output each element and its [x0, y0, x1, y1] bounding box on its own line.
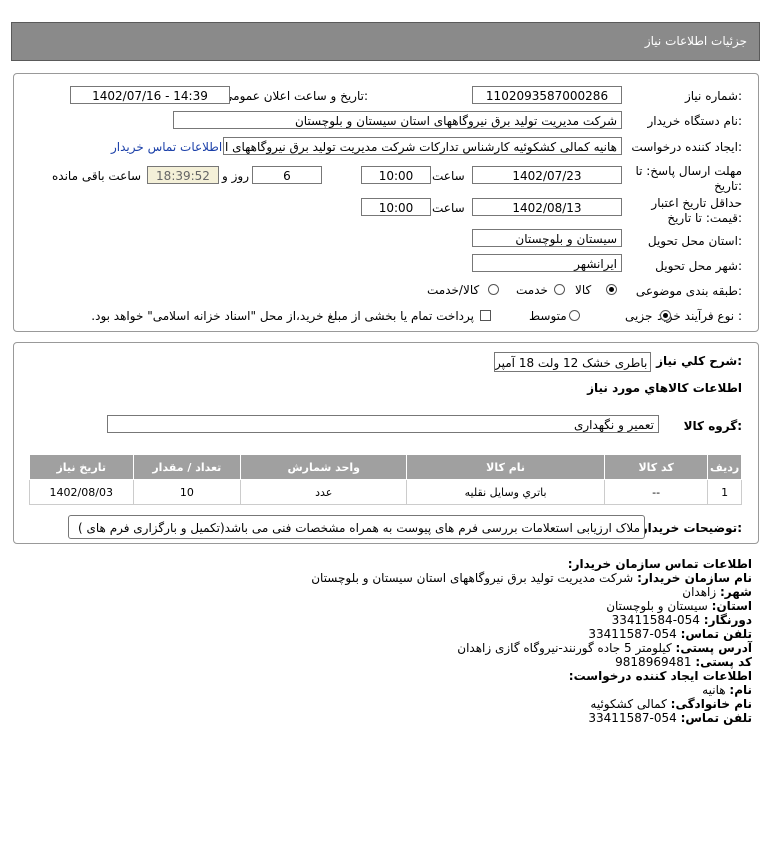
contact-city-label: شهر: [720, 585, 752, 599]
buyer-notes-field: ملاک ارزیابی استعلامات بررسی فرم های پیو… [68, 515, 645, 539]
process-medium-label: متوسط [529, 309, 567, 323]
need-number-field: 1102093587000286 [472, 86, 622, 104]
col-qty: تعداد / مقدار [132, 454, 242, 480]
creator-info-title: اطلاعات ایجاد کننده درخواست: [568, 669, 752, 683]
contact-province-value: سیستان و بلوچستان [606, 599, 708, 613]
creator-family-label: نام خانوادگی: [670, 697, 752, 711]
contact-province-label: استان: [711, 599, 752, 613]
contact-phone: تلفن تماس: 054-33411587 [588, 627, 752, 641]
contact-city-value: زاهدان [682, 585, 717, 599]
creator-field: هانیه کمالی کشکوئیه کارشناس تدارکات شرکت… [223, 137, 622, 155]
creator-name-value: هانیه [702, 683, 726, 697]
goods-group-field: تعمیر و نگهداری [107, 415, 659, 433]
process-medium-radio[interactable] [569, 310, 580, 321]
contact-postal-label: کد پستی: [695, 655, 752, 669]
contact-fax-value: 054-33411584 [611, 613, 700, 627]
validity-label-1: حداقل تاریخ اعتبار [651, 196, 742, 210]
validity-time-label: ساعت [432, 201, 465, 215]
treasury-payment-checkbox[interactable] [480, 310, 491, 321]
contact-address-label: آدرس پستی: [675, 641, 752, 655]
announce-label: تاریخ و ساعت اعلان عمومی: [223, 89, 368, 103]
contact-province: استان: سیستان و بلوچستان [606, 599, 752, 613]
days-label: روز و [222, 169, 249, 183]
creator-family: نام خانوادگی: کمالی کشکوئیه [590, 697, 752, 711]
contact-address-value: کیلومتر 5 جاده گورنند-نیروگاه گازی زاهدا… [457, 641, 672, 655]
need-summary-label: شرح کلي نياز: [656, 354, 742, 368]
category-goods-radio[interactable] [606, 284, 617, 295]
deadline-time-field: 10:00 [361, 166, 431, 184]
page-header: جزئیات اطلاعات نیاز [11, 22, 760, 61]
cell-unit: عدد [240, 479, 408, 505]
contact-postal-value: 9818969481 [615, 655, 692, 669]
cell-row: 1 [707, 479, 742, 505]
city-field: ایرانشهر [472, 254, 622, 272]
need-summary-field: باطری خشک 12 ولت 18 آمپر [494, 352, 651, 372]
cell-qty: 10 [132, 479, 242, 505]
creator-label: ایجاد کننده درخواست: [631, 140, 742, 154]
province-label: استان محل تحویل: [647, 234, 742, 248]
creator-phone-label: تلفن تماس: [680, 711, 752, 725]
creator-family-value: کمالی کشکوئیه [590, 697, 667, 711]
creator-phone-value: 054-33411587 [588, 711, 677, 725]
process-minor-radio[interactable] [660, 310, 671, 321]
contact-phone-value: 054-33411587 [588, 627, 677, 641]
creator-name: نام: هانیه [702, 683, 752, 697]
contact-info-link[interactable]: اطلاعات تماس خریدار [111, 140, 222, 154]
validity-date-field: 1402/08/13 [472, 198, 622, 216]
goods-info-title: اطلاعات کالاهاي مورد نياز [587, 381, 742, 395]
province-field: سیستان و بلوچستان [472, 229, 622, 247]
buyer-org-label: نام دستگاه خریدار: [647, 114, 743, 128]
contact-org-value: شرکت مدیریت تولید برق نیروگاههای استان س… [311, 571, 634, 585]
col-name: نام کالا [406, 454, 605, 480]
page-title: جزئیات اطلاعات نیاز [644, 34, 747, 48]
contact-org: نام سازمان خریدار: شرکت مدیریت تولید برق… [311, 571, 752, 585]
cell-code: -- [603, 479, 709, 505]
validity-label-2: قیمت: تا تاریخ: [667, 211, 742, 225]
creator-phone: تلفن تماس: 054-33411587 [588, 711, 752, 725]
contact-postal: کد پستی: 9818969481 [615, 655, 752, 669]
col-row: ردیف [707, 454, 742, 480]
treasury-payment-note: پرداخت تمام یا بخشی از مبلغ خرید،از محل … [91, 309, 474, 323]
deadline-label-2: تاریخ: [714, 179, 742, 193]
remaining-time-field: 18:39:52 [147, 166, 219, 184]
cell-date: 1402/08/03 [29, 479, 134, 505]
category-label: طبقه بندی موضوعی: [635, 284, 742, 298]
announce-field: 1402/07/16 - 14:39 [70, 86, 230, 104]
contact-title: اطلاعات تماس سازمان خریدار: [567, 557, 752, 571]
remaining-label: ساعت باقی مانده [52, 169, 142, 183]
deadline-label-1: مهلت ارسال پاسخ: تا [635, 164, 742, 178]
need-number-label: شماره نیاز: [684, 89, 742, 103]
goods-table-header: ردیف کد کالا نام کالا واحد شمارش تعداد /… [29, 454, 742, 480]
contact-fax-label: دورنگار: [703, 613, 752, 627]
buyer-notes-label: توضیحات خریدار: [640, 521, 742, 535]
contact-fax: دورنگار: 054-33411584 [612, 613, 752, 627]
city-label: شهر محل تحویل: [655, 259, 742, 273]
contact-city: شهر: زاهدان [682, 585, 752, 599]
contact-address: آدرس پستی: کیلومتر 5 جاده گورنند-نیروگاه… [457, 641, 752, 655]
goods-group-label: گروه کالا: [683, 419, 742, 433]
validity-time-field: 10:00 [361, 198, 431, 216]
need-summary-panel [13, 342, 759, 544]
process-minor-label: جزیی [625, 309, 653, 323]
col-code: کد کالا [603, 454, 709, 480]
days-field: 6 [252, 166, 322, 184]
table-row: 1 -- باتري وسايل نقليه عدد 10 1402/08/03 [29, 479, 742, 505]
cell-name: باتري وسايل نقليه [406, 479, 605, 505]
buyer-org-field: شرکت مدیریت تولید برق نیروگاههای استان س… [173, 111, 622, 129]
category-goods-label: کالا [575, 283, 592, 297]
category-goods-service-label: کالا/خدمت [427, 283, 480, 297]
col-date: تاریخ نیاز [29, 454, 134, 480]
category-goods-service-radio[interactable] [488, 284, 499, 295]
deadline-time-label: ساعت [432, 169, 465, 183]
contact-phone-label: تلفن تماس: [680, 627, 752, 641]
col-unit: واحد شمارش [240, 454, 408, 480]
category-service-radio[interactable] [554, 284, 565, 295]
contact-org-label: نام سازمان خریدار: [637, 571, 752, 585]
deadline-date-field: 1402/07/23 [472, 166, 622, 184]
creator-name-label: نام: [729, 683, 752, 697]
category-service-label: خدمت [516, 283, 548, 297]
goods-table: ردیف کد کالا نام کالا واحد شمارش تعداد /… [29, 454, 742, 505]
